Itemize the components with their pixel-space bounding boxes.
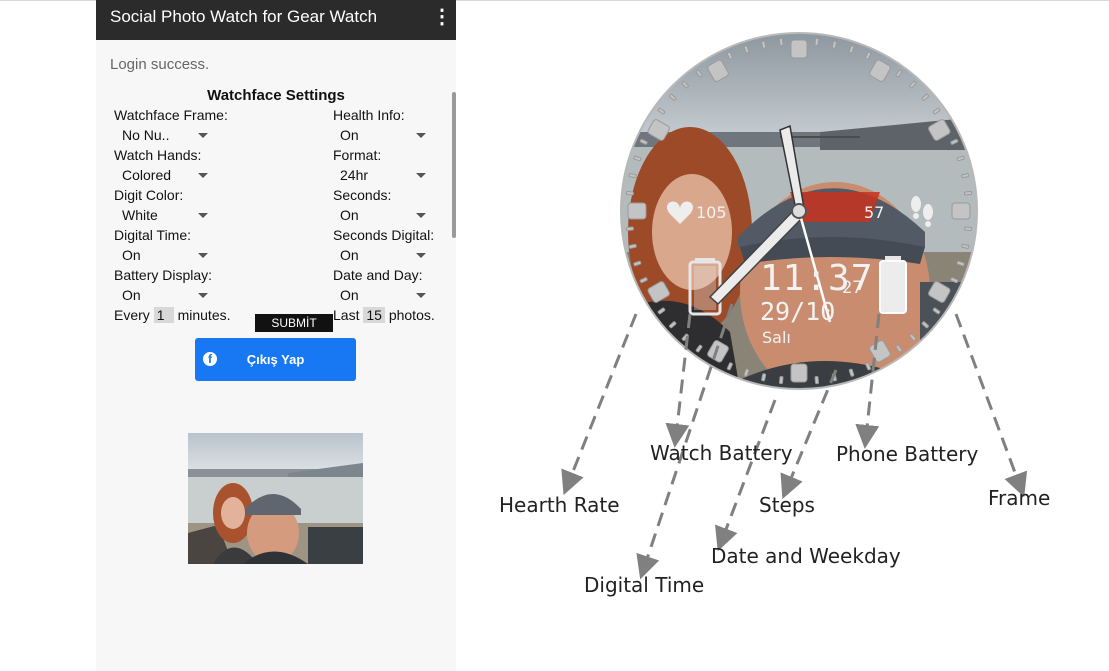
callout-digital-time: Digital Time <box>584 573 705 597</box>
callout-watch-battery: Watch Battery <box>650 441 793 465</box>
callout-steps: Steps <box>759 493 815 517</box>
callout-frame: Frame <box>988 486 1051 510</box>
callout-heart-rate: Hearth Rate <box>499 493 620 517</box>
callout-phone-battery: Phone Battery <box>836 442 979 466</box>
callout-arrows <box>561 303 1028 580</box>
callout-date-weekday: Date and Weekday <box>711 544 901 568</box>
